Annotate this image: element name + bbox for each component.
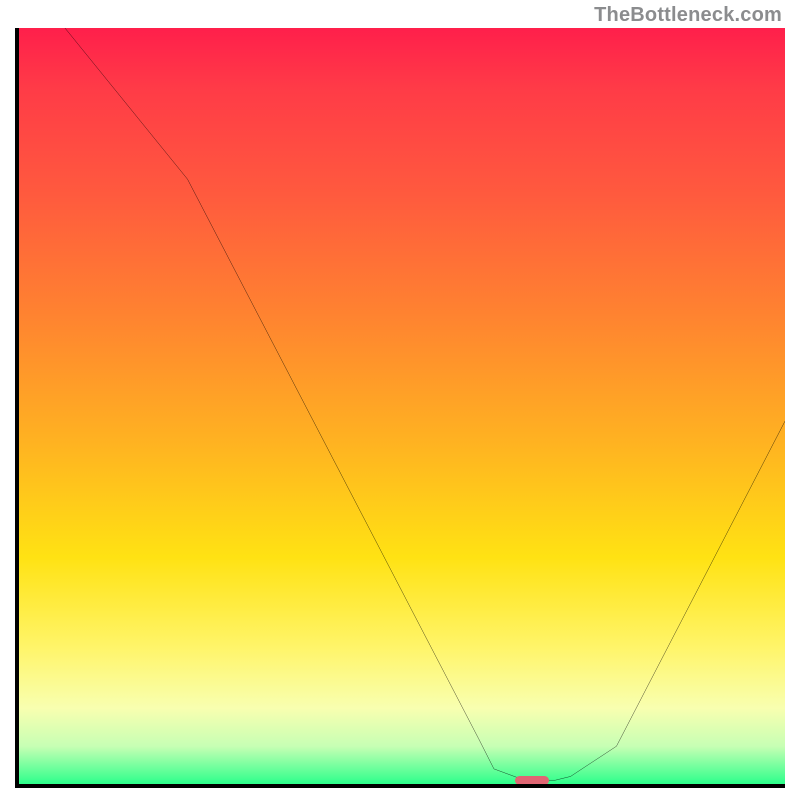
bottleneck-curve [19, 28, 785, 780]
chart-plot-area [15, 28, 785, 788]
optimal-marker [515, 776, 549, 785]
chart-curve-layer [19, 28, 785, 784]
attribution-text: TheBottleneck.com [594, 4, 782, 27]
